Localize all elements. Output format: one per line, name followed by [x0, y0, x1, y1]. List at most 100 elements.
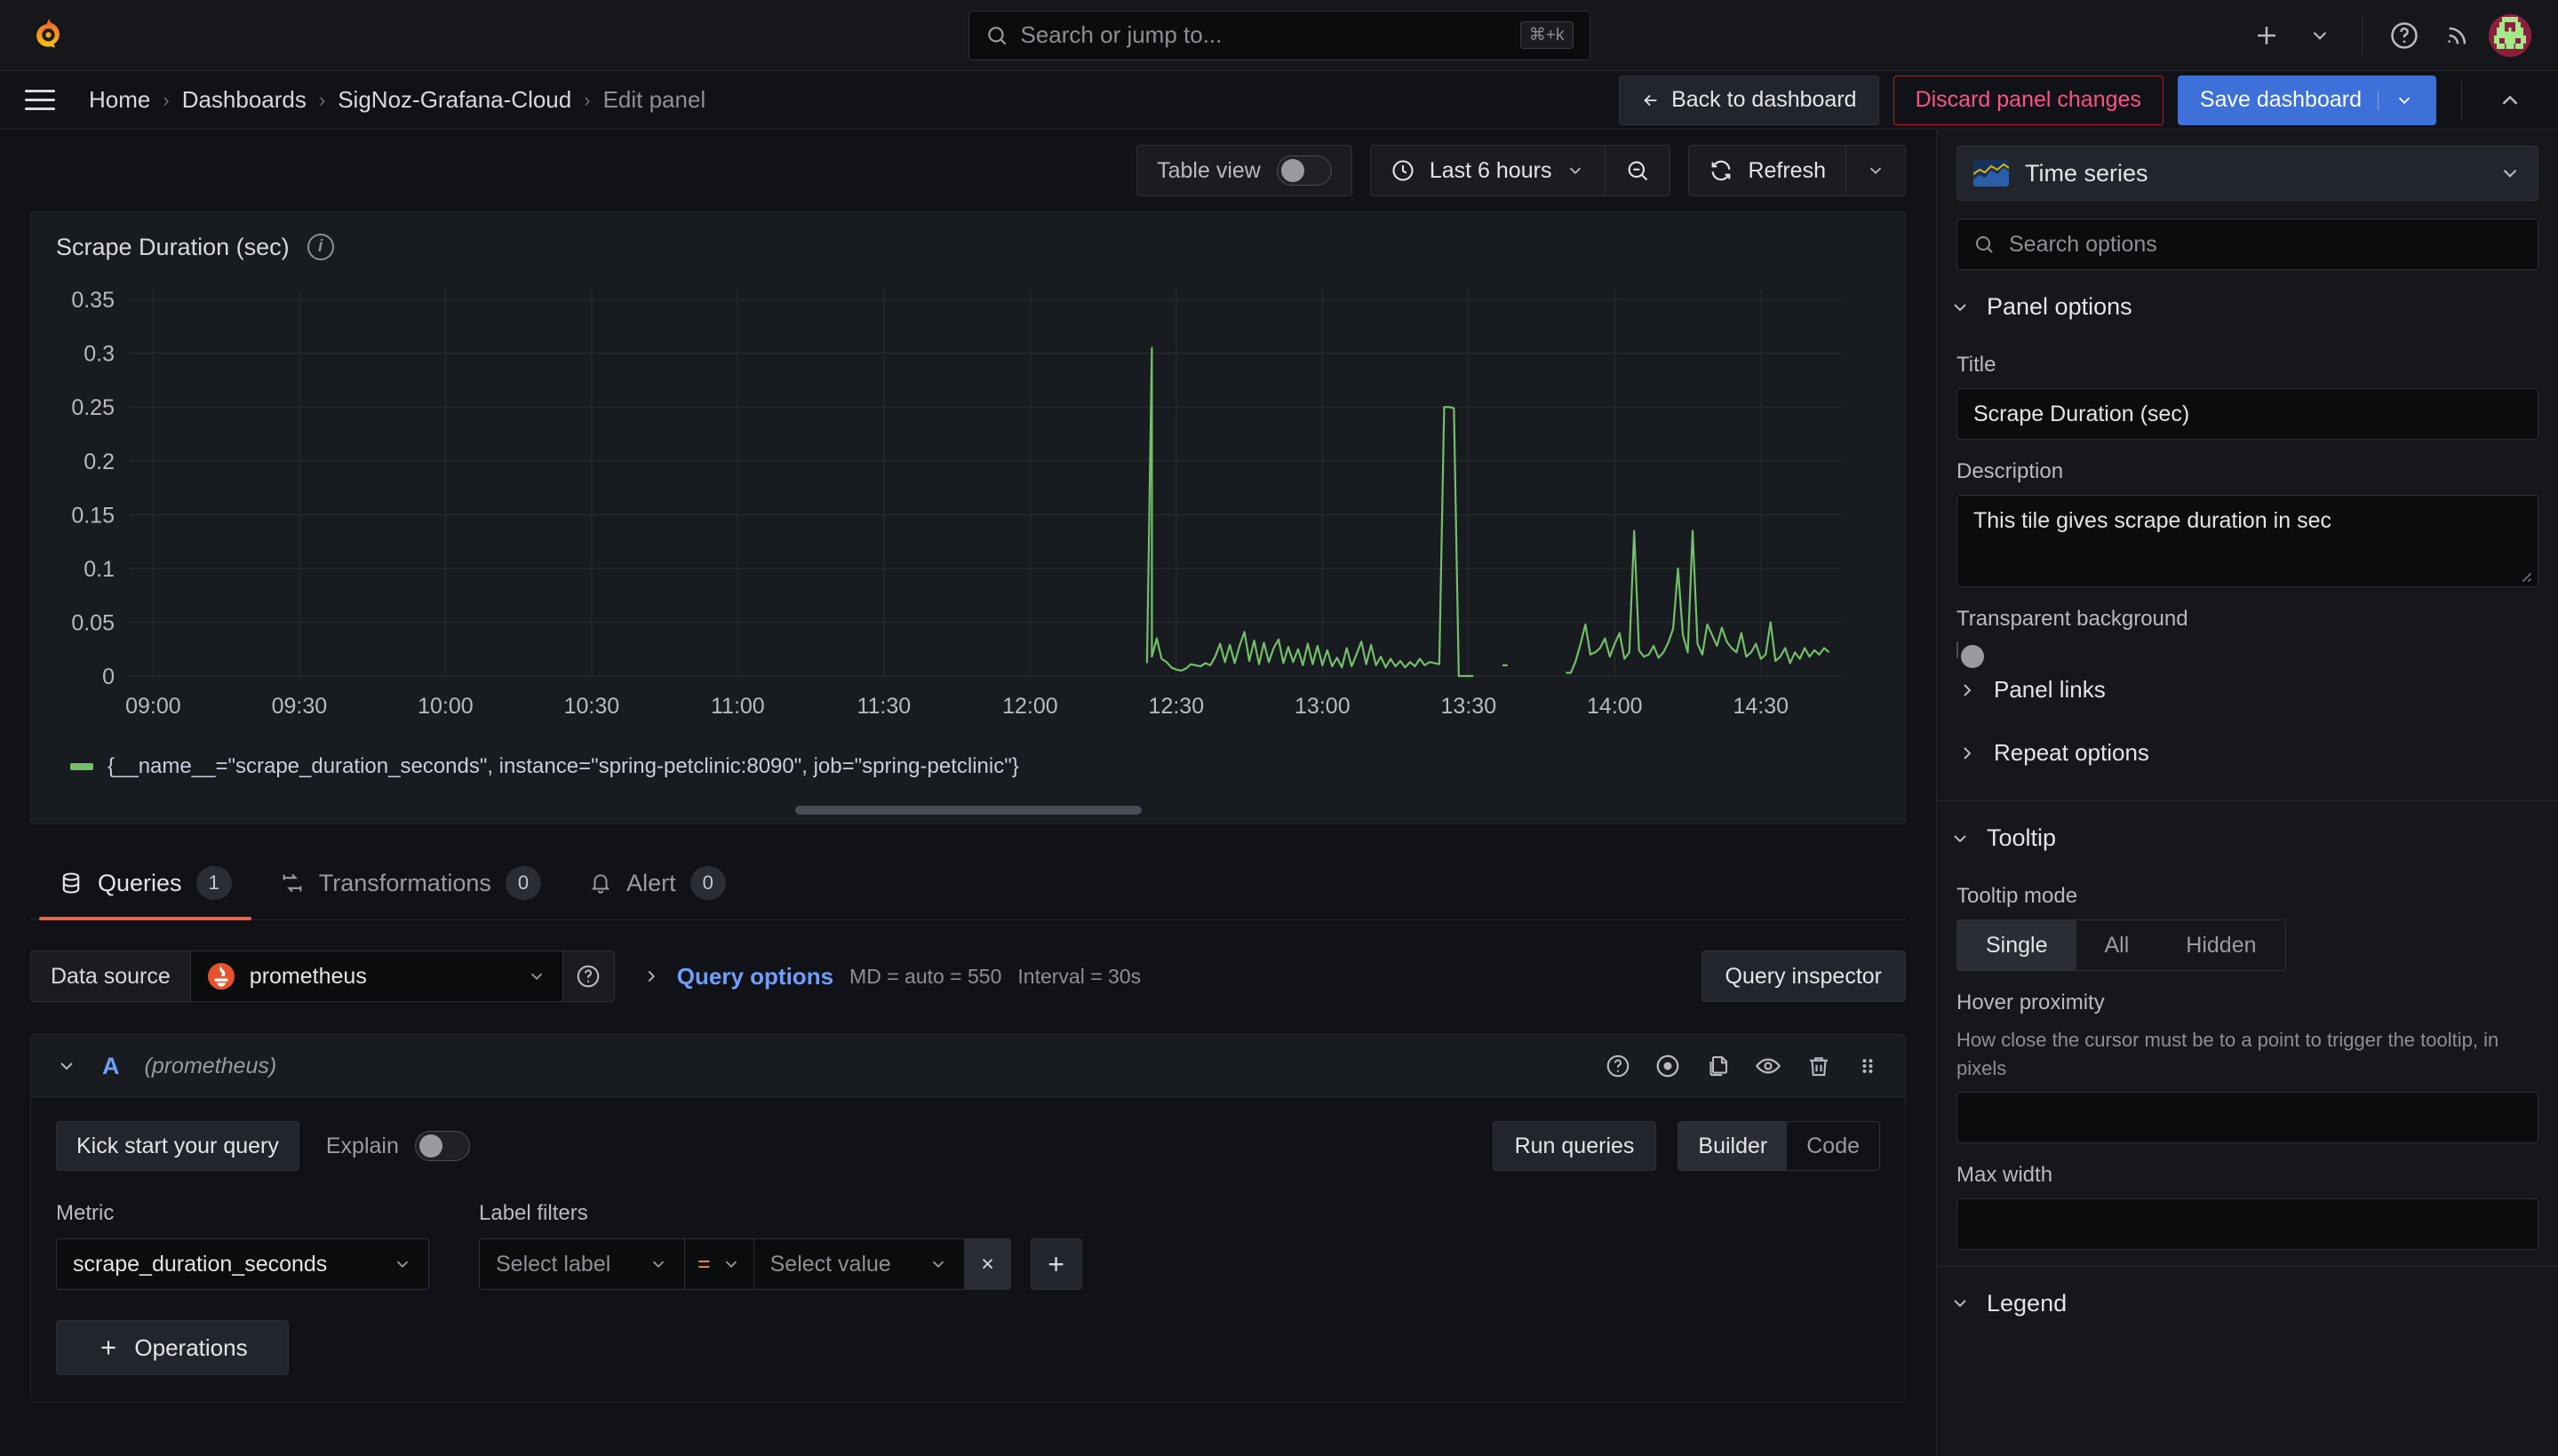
remove-query-trash-icon[interactable]	[1805, 1053, 1832, 1079]
visualization-toolbar: Table view Last 6 hours Refresh	[0, 130, 1936, 211]
max-width-input[interactable]	[1956, 1197, 2538, 1250]
back-to-dashboard-button[interactable]: Back to dashboard	[1619, 75, 1879, 125]
query-data-source-name: (prometheus)	[144, 1053, 277, 1078]
filter-operator-select[interactable]: =	[685, 1238, 753, 1290]
max-width-label: Max width	[1956, 1162, 2053, 1187]
legend-color-marker[interactable]	[70, 763, 93, 770]
metric-value: scrape_duration_seconds	[73, 1251, 328, 1277]
options-search-input[interactable]: Search options	[1956, 219, 2538, 270]
chevron-down-icon[interactable]	[2498, 162, 2522, 185]
max-width-field: Max width	[1937, 1163, 2558, 1250]
mode-code-option[interactable]: Code	[1787, 1122, 1879, 1170]
breadcrumb-item-edit-panel: Edit panel	[602, 86, 706, 113]
hover-proximity-input[interactable]	[1956, 1091, 2538, 1143]
hover-proximity-help: How close the cursor must be to a point …	[1956, 1029, 2499, 1079]
resize-grip-icon[interactable]	[2516, 567, 2532, 583]
svg-text:10:00: 10:00	[418, 694, 474, 719]
panel-horizontal-scrollbar[interactable]	[794, 806, 1142, 815]
explain-toggle[interactable]: Explain	[326, 1131, 470, 1161]
refresh-interval-dropdown[interactable]	[1845, 145, 1906, 196]
kick-start-query-button[interactable]: Kick start your query	[56, 1121, 299, 1171]
run-queries-button[interactable]: Run queries	[1492, 1121, 1657, 1171]
table-view-label: Table view	[1157, 157, 1261, 183]
tooltip-mode-all[interactable]: All	[2076, 920, 2158, 970]
data-source-help-icon[interactable]	[562, 951, 615, 1002]
collapse-header-button[interactable]	[2487, 77, 2533, 123]
discard-panel-changes-button[interactable]: Discard panel changes	[1893, 75, 2164, 125]
search-placeholder: Search or jump to...	[1020, 21, 1223, 48]
svg-text:0: 0	[102, 664, 115, 689]
save-dashboard-label: Save dashboard	[2199, 87, 2362, 112]
query-options-label[interactable]: Query options	[677, 963, 833, 991]
mode-builder-option[interactable]: Builder	[1678, 1122, 1788, 1170]
refresh-label: Refresh	[1748, 157, 1826, 183]
transparent-background-switch[interactable]	[1956, 641, 1984, 668]
grafana-logo[interactable]	[30, 17, 68, 54]
breadcrumb-bar: Home › Dashboards › SigNoz-Grafana-Cloud…	[0, 71, 2558, 130]
zoom-out-time-range-button[interactable]	[1605, 145, 1671, 196]
tab-queries-label: Queries	[98, 869, 182, 896]
visualization-type-picker[interactable]: Time series	[1956, 146, 2538, 201]
plus-icon[interactable]	[2244, 13, 2289, 58]
section-tooltip[interactable]: Tooltip	[1937, 800, 2558, 864]
query-inspector-button[interactable]: Query inspector	[1701, 951, 1906, 1002]
svg-text:13:30: 13:30	[1441, 694, 1497, 719]
info-icon[interactable]: i	[307, 234, 334, 260]
data-source-picker[interactable]: prometheus	[189, 951, 563, 1002]
global-search-input[interactable]: Search or jump to... ⌘+k	[968, 10, 1590, 60]
add-label-filter-button[interactable]: +	[1030, 1238, 1082, 1290]
explain-switch[interactable]	[414, 1131, 470, 1161]
tab-queries[interactable]: Queries 1	[39, 866, 251, 920]
table-view-toggle[interactable]: Table view	[1136, 145, 1352, 196]
bell-icon	[589, 871, 612, 895]
tab-alert-count: 0	[689, 866, 726, 900]
tooltip-mode-hidden[interactable]: Hidden	[2157, 920, 2284, 970]
time-series-chart[interactable]: 0 0.05 0.1 0.15 0.2 0.25 0.3 0.35 09:00 09:30 10:…	[31, 269, 1905, 823]
menu-icon[interactable]	[25, 81, 64, 120]
section-legend[interactable]: Legend	[1937, 1265, 2558, 1330]
save-dashboard-button[interactable]: Save dashboard	[2177, 75, 2436, 125]
svg-text:11:30: 11:30	[857, 694, 911, 719]
filter-value-placeholder: Select value	[769, 1251, 891, 1277]
duplicate-query-icon[interactable]	[1704, 1053, 1731, 1079]
drag-handle-icon[interactable]	[1855, 1054, 1880, 1078]
panel-links-row[interactable]: Panel links	[1937, 658, 2558, 721]
user-avatar[interactable]	[2489, 13, 2531, 57]
chevron-down-icon[interactable]	[56, 1055, 77, 1077]
hide-response-eye-icon[interactable]	[1754, 1052, 1782, 1080]
tab-alert[interactable]: Alert 0	[570, 866, 745, 919]
filter-value-select[interactable]: Select value	[753, 1238, 965, 1290]
refresh-button[interactable]: Refresh	[1688, 145, 1845, 196]
panel-description-textarea[interactable]: This tile gives scrape duration in sec	[1956, 495, 2538, 587]
svg-text:14:00: 14:00	[1587, 694, 1643, 719]
help-circle-icon[interactable]	[1605, 1053, 1631, 1079]
filter-label-select[interactable]: Select label	[479, 1238, 685, 1290]
rss-icon[interactable]	[2435, 13, 2480, 58]
time-range-picker[interactable]: Last 6 hours	[1369, 145, 1606, 196]
query-options[interactable]: Query options MD = auto = 550 Interval =…	[641, 963, 1141, 991]
breadcrumb-item-dashboards[interactable]: Dashboards	[182, 86, 307, 114]
breadcrumb-item-home[interactable]: Home	[89, 86, 150, 114]
breadcrumb-item-dashboard-name[interactable]: SigNoz-Grafana-Cloud	[338, 86, 571, 114]
legend-label[interactable]: {__name__="scrape_duration_seconds", ins…	[108, 754, 1019, 779]
help-circle-icon[interactable]	[2382, 13, 2427, 58]
options-list[interactable]: Panel options Title Scrape Duration (sec…	[1937, 270, 2558, 1456]
metric-select[interactable]: scrape_duration_seconds	[56, 1238, 429, 1290]
table-view-switch[interactable]	[1276, 155, 1332, 186]
chevron-down-icon[interactable]	[2378, 90, 2414, 110]
tab-transformations[interactable]: Transformations 0	[260, 866, 561, 919]
remove-label-filter-button[interactable]: ×	[964, 1238, 1011, 1290]
panel-title-input[interactable]: Scrape Duration (sec)	[1956, 388, 2538, 440]
query-ref-id[interactable]: A	[102, 1053, 120, 1080]
target-circle-icon[interactable]	[1654, 1053, 1681, 1079]
panel-description-label: Description	[1956, 459, 2064, 483]
chevron-down-icon[interactable]	[2298, 13, 2342, 58]
operations-button[interactable]: Operations	[56, 1320, 289, 1375]
section-panel-options[interactable]: Panel options	[1937, 270, 2558, 333]
prometheus-icon	[207, 962, 235, 991]
query-editor-toolbar: Kick start your query Explain Run querie…	[56, 1121, 1880, 1171]
panel-links-label: Panel links	[1994, 676, 2106, 703]
metric-label: Metric	[56, 1201, 115, 1225]
repeat-options-row[interactable]: Repeat options	[1937, 721, 2558, 784]
tooltip-mode-single[interactable]: Single	[1957, 920, 2076, 970]
